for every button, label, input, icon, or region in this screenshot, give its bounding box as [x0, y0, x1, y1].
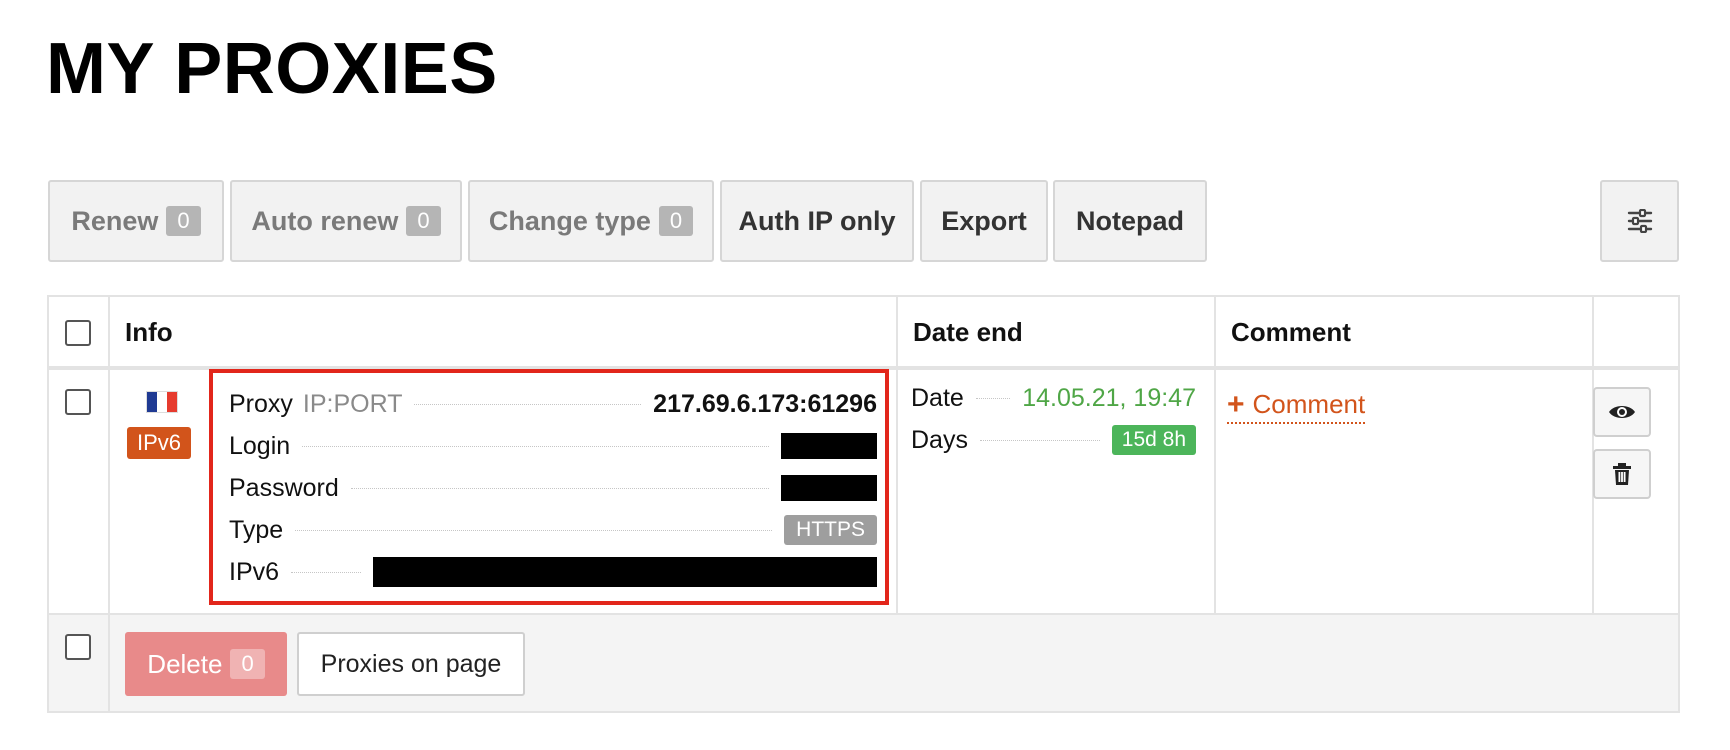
auto-renew-button[interactable]: Auto renew 0: [230, 180, 462, 262]
export-button[interactable]: Export: [920, 180, 1048, 262]
login-label: Login: [229, 431, 291, 460]
proxy-info-box: Proxy IP:PORT 217.69.6.173:61296 Login P…: [209, 369, 889, 605]
change-type-label: Change type: [488, 205, 651, 236]
select-all-checkbox[interactable]: [65, 320, 91, 346]
flag-france-icon: [146, 391, 178, 413]
delete-count: 0: [230, 649, 265, 679]
col-divider: [1214, 297, 1216, 615]
proxy-value[interactable]: 217.69.6.173:61296: [653, 390, 877, 419]
renew-count: 0: [166, 206, 201, 236]
header-comment: Comment: [1231, 317, 1351, 347]
col-divider: [108, 297, 110, 711]
proxies-on-page-button[interactable]: Proxies on page: [297, 632, 525, 696]
header-info: Info: [125, 317, 173, 347]
ipv6-label: IPv6: [229, 557, 280, 586]
ip-version-badge: IPv6: [127, 427, 192, 459]
renew-button[interactable]: Renew 0: [48, 180, 224, 262]
auth-ip-only-button[interactable]: Auth IP only: [720, 180, 914, 262]
auto-renew-label: Auto renew: [251, 205, 399, 236]
view-button[interactable]: [1593, 387, 1651, 437]
delete-row-button[interactable]: [1593, 449, 1651, 499]
page-title: MY PROXIES: [46, 29, 498, 109]
change-type-button[interactable]: Change type 0: [468, 180, 714, 262]
auto-renew-count: 0: [406, 206, 441, 236]
notepad-button[interactable]: Notepad: [1053, 180, 1207, 262]
page: MY PROXIES Renew 0 Auto renew 0 Change t…: [0, 0, 1730, 750]
days-label: Days: [911, 425, 968, 454]
days-row: Days 15d 8h: [911, 423, 1196, 457]
add-comment-link[interactable]: + Comment: [1227, 387, 1366, 424]
header-date-end: Date end: [913, 317, 1023, 347]
col-divider: [896, 297, 898, 615]
comment-link-label: Comment: [1252, 389, 1366, 419]
proxy-row: Proxy IP:PORT 217.69.6.173:61296: [229, 387, 877, 421]
delete-selected-button[interactable]: Delete 0: [125, 632, 287, 696]
change-type-count: 0: [658, 206, 694, 236]
login-value-redacted: [781, 433, 877, 459]
delete-label: Delete: [147, 648, 223, 679]
table-footer: [49, 615, 1678, 711]
login-row: Login: [229, 429, 877, 463]
proxies-table: Info Date end Comment IPv6 Proxy IP:PORT…: [47, 295, 1680, 713]
ipv6-row: IPv6: [229, 555, 877, 589]
password-value-redacted: [781, 475, 877, 501]
eye-icon: [1609, 406, 1635, 418]
type-label: Type: [229, 515, 284, 544]
footer-select-all-checkbox[interactable]: [65, 634, 91, 660]
days-badge: 15d 8h: [1111, 425, 1196, 455]
row-divider: [49, 613, 1678, 615]
trash-icon: [1613, 463, 1631, 485]
table-settings-button[interactable]: [1600, 180, 1679, 262]
password-row: Password: [229, 471, 877, 505]
sliders-icon: [1627, 209, 1652, 233]
renew-label: Renew: [71, 205, 159, 236]
proxy-label: Proxy: [229, 389, 293, 418]
type-row: Type HTTPS: [229, 513, 877, 547]
date-value: 14.05.21, 19:47: [1022, 383, 1196, 412]
row-checkbox[interactable]: [65, 389, 91, 415]
password-label: Password: [229, 473, 339, 502]
plus-icon: +: [1227, 387, 1245, 421]
proxy-sublabel: IP:PORT: [302, 389, 403, 418]
type-badge: HTTPS: [784, 515, 877, 545]
date-label: Date: [911, 383, 964, 412]
ipv6-value-redacted: [373, 557, 877, 587]
date-row: Date 14.05.21, 19:47: [911, 381, 1196, 415]
